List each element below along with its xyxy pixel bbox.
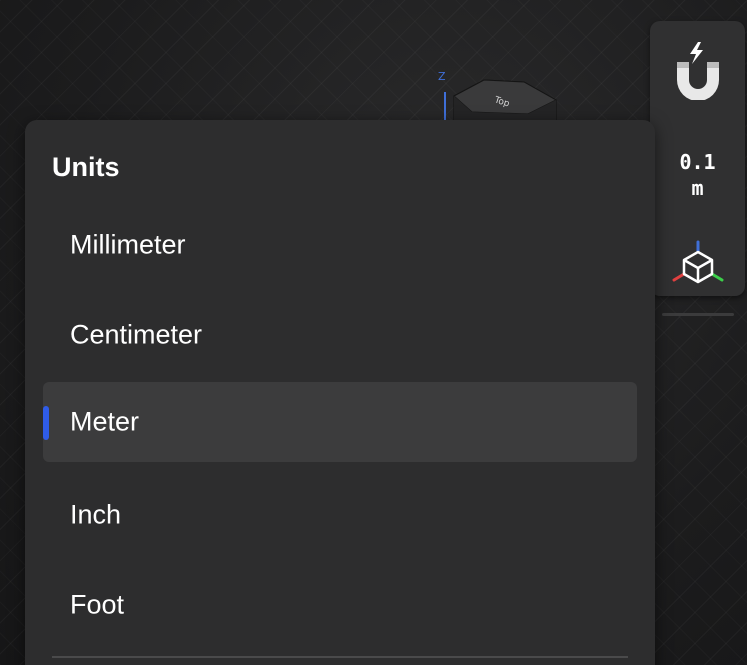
axes-cube-icon: [672, 240, 723, 284]
units-dropdown-menu: Units Millimeter Centimeter Meter Inch F…: [25, 120, 655, 665]
unit-option-label: Millimeter: [70, 229, 186, 260]
tool-panel: 0.1 m: [650, 21, 745, 296]
axes-toggle-button[interactable]: [650, 233, 745, 293]
selection-indicator: [43, 406, 49, 440]
unit-option-label: Foot: [70, 589, 125, 620]
unit-option-label: Centimeter: [70, 319, 203, 350]
3d-viewport[interactable]: Z Top 0.1 m Units Millimeter Centimeter …: [0, 0, 747, 665]
snap-toggle-button[interactable]: [650, 29, 745, 111]
unit-option-label: Meter: [70, 406, 140, 437]
unit-option-meter[interactable]: Meter: [43, 382, 637, 462]
snap-unit: m: [691, 176, 704, 200]
snap-value: 0.1: [679, 150, 716, 174]
unit-option-millimeter[interactable]: Millimeter: [43, 205, 637, 285]
unit-option-foot[interactable]: Foot: [43, 565, 637, 645]
cube-body[interactable]: Top: [453, 79, 558, 121]
unit-option-label: Inch: [70, 499, 122, 530]
units-menu-title: Units: [52, 152, 120, 182]
unit-option-inch[interactable]: Inch: [43, 475, 637, 555]
menu-divider: [52, 656, 628, 658]
snap-increment-readout[interactable]: 0.1 m: [650, 149, 745, 201]
magnet-icon: [676, 42, 719, 100]
panel-divider: [662, 313, 734, 316]
unit-option-centimeter[interactable]: Centimeter: [43, 295, 637, 375]
z-axis-label: Z: [438, 70, 446, 83]
